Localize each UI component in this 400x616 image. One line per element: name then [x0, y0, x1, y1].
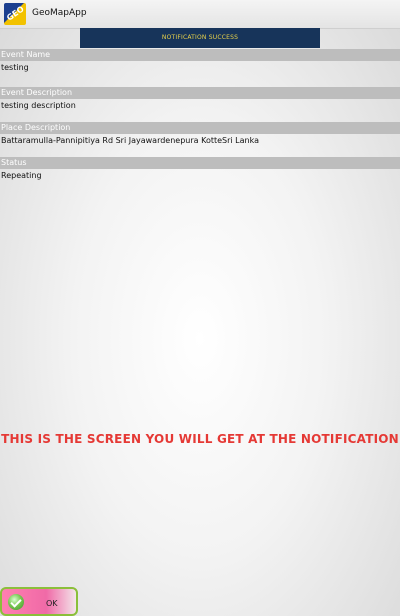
status-value: Repeating — [1, 171, 42, 180]
ok-button[interactable]: OK — [0, 587, 78, 616]
event-name-value: testing — [1, 63, 29, 72]
notification-notice-text: THIS IS THE SCREEN YOU WILL GET AT THE N… — [1, 432, 399, 446]
check-icon — [8, 594, 24, 610]
app-title: GeoMapApp — [32, 8, 87, 18]
event-description-value: testing description — [1, 101, 76, 110]
event-description-header: Event Description — [0, 87, 400, 99]
notification-success-banner: NOTIFICATION SUCCESS — [80, 28, 320, 48]
ok-button-label: OK — [46, 599, 58, 608]
place-description-header: Place Description — [0, 122, 400, 134]
place-description-value: Battaramulla-Pannipitiya Rd Sri Jayaward… — [1, 136, 259, 145]
app-bar: GEO GeoMapApp — [0, 0, 400, 29]
app-logo-icon: GEO — [4, 3, 26, 25]
status-header: Status — [0, 157, 400, 169]
event-name-header: Event Name — [0, 49, 400, 61]
